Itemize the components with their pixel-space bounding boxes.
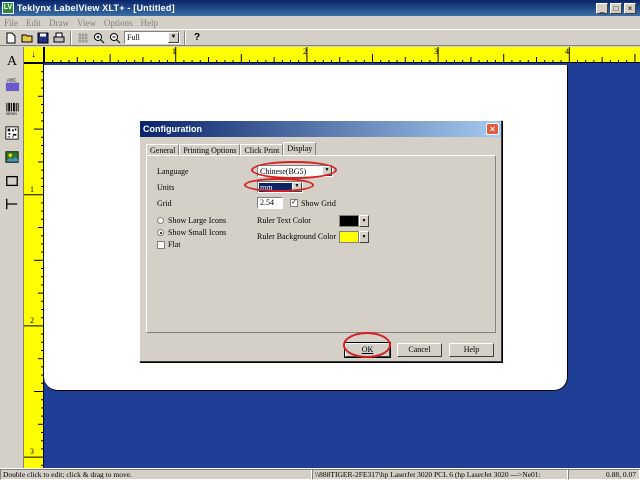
grid-input[interactable]: 2.54 (257, 197, 283, 209)
chevron-down-icon[interactable]: ▼ (292, 182, 302, 192)
h-ruler-number: 4 (565, 47, 569, 56)
v-ruler-number: 3 (30, 447, 34, 456)
display-tab-panel: Language Chinese(BG5) ▼ Units mm ▼ Grid … (146, 155, 496, 333)
language-label: Language (157, 167, 189, 176)
minimize-button[interactable]: _ (596, 2, 608, 14)
zoom-out-icon[interactable] (108, 31, 122, 45)
status-bar: Double click to edit; click & drag to mo… (0, 468, 640, 480)
h-ruler-number: 1 (172, 47, 176, 56)
configuration-dialog: Configuration × General Printing Options… (139, 120, 502, 362)
zoom-select[interactable]: Full ▼ (124, 31, 180, 44)
dialog-title-bar[interactable]: Configuration × (140, 121, 501, 137)
help-icon[interactable]: ? (190, 31, 204, 45)
text-tool-icon[interactable]: A (3, 53, 21, 71)
ok-button[interactable]: OK (344, 342, 391, 358)
show-large-icons-label: Show Large Icons (168, 216, 227, 225)
rectangle-tool-icon[interactable] (3, 172, 21, 190)
open-folder-icon[interactable] (20, 31, 34, 45)
status-hint: Double click to edit; click & drag to mo… (0, 469, 312, 480)
show-grid-checkbox[interactable]: ✓ (290, 199, 298, 207)
language-select[interactable]: Chinese(BG5) ▼ (257, 165, 333, 177)
title-bar: LV Teklynx LabelView XLT+ - [Untitled] _… (0, 0, 640, 16)
ruler-text-color-label: Ruler Text Color (257, 216, 311, 225)
new-file-icon[interactable] (4, 31, 18, 45)
tool-palette: A ABC 987963 (0, 47, 24, 468)
h-ruler-number: 2 (303, 47, 307, 56)
ok-button-label: OK (361, 345, 374, 354)
chevron-down-icon[interactable]: ▼ (359, 215, 369, 227)
v-ruler-number: 1 (30, 185, 34, 194)
menu-bar: File Edit Draw View Options Help (0, 16, 640, 29)
zoom-value: Full (127, 33, 140, 42)
ruler-background-color-swatch[interactable] (339, 231, 359, 243)
status-printer: \\888TIGER-2FE317\hp LaserJet 3020 PCL 6… (312, 469, 568, 480)
units-select[interactable]: mm ▼ (257, 181, 303, 193)
ruler-text-color-swatch[interactable] (339, 215, 359, 227)
flat-label: Flat (168, 240, 181, 249)
cancel-button[interactable]: Cancel (397, 343, 442, 357)
h-ruler-number: 3 (434, 47, 438, 56)
v-ruler-number: 2 (30, 316, 34, 325)
units-label: Units (157, 183, 175, 192)
tab-display[interactable]: Display (283, 142, 317, 156)
toolbar-separator (184, 30, 186, 45)
chevron-down-icon[interactable]: ▼ (168, 32, 179, 43)
help-button[interactable]: Help (449, 343, 494, 357)
app-icon: LV (2, 2, 14, 14)
units-value: mm (259, 182, 292, 192)
close-button[interactable]: × (624, 2, 636, 14)
menu-help[interactable]: Help (137, 18, 163, 28)
svg-text:ABC: ABC (6, 77, 16, 82)
image-text-tool-icon[interactable]: ABC (3, 75, 21, 93)
dialog-title: Configuration (143, 124, 202, 134)
show-grid-label: Show Grid (301, 199, 336, 208)
menu-edit[interactable]: Edit (22, 18, 45, 28)
menu-draw[interactable]: Draw (45, 18, 73, 28)
chevron-down-icon[interactable]: ▼ (322, 166, 332, 176)
show-small-icons-label: Show Small Icons (168, 228, 227, 237)
menu-options[interactable]: Options (100, 18, 137, 28)
show-small-icons-radio[interactable] (157, 229, 164, 236)
maximize-button[interactable]: □ (610, 2, 622, 14)
menu-file[interactable]: File (0, 18, 22, 28)
menu-view[interactable]: View (73, 18, 100, 28)
svg-text:987963: 987963 (5, 112, 16, 116)
grid-icon[interactable] (76, 31, 90, 45)
line-tool-icon[interactable] (3, 195, 21, 213)
show-large-icons-radio[interactable] (157, 217, 164, 224)
status-coordinates: 0.88, 0.07 (568, 469, 640, 480)
save-icon[interactable] (36, 31, 50, 45)
horizontal-ruler: 1 2 3 4 (44, 47, 640, 63)
toolbar: Full ▼ ? (0, 29, 640, 46)
matrix-barcode-tool-icon[interactable] (3, 124, 21, 142)
ruler-corner[interactable]: ↓ (24, 47, 44, 63)
ruler-background-color-label: Ruler Background Color (257, 232, 337, 241)
chevron-down-icon[interactable]: ▼ (359, 231, 369, 243)
print-icon[interactable] (52, 31, 66, 45)
zoom-in-icon[interactable] (92, 31, 106, 45)
language-value: Chinese(BG5) (260, 166, 307, 176)
window-title: Teklynx LabelView XLT+ - [Untitled] (17, 3, 175, 13)
vertical-ruler: 1 2 3 (24, 63, 44, 468)
grid-label: Grid (157, 199, 172, 208)
barcode-tool-icon[interactable]: 987963 (3, 99, 21, 117)
picture-tool-icon[interactable] (3, 148, 21, 166)
toolbar-separator (70, 30, 72, 45)
dialog-close-button[interactable]: × (486, 123, 499, 135)
flat-checkbox[interactable] (157, 241, 165, 249)
